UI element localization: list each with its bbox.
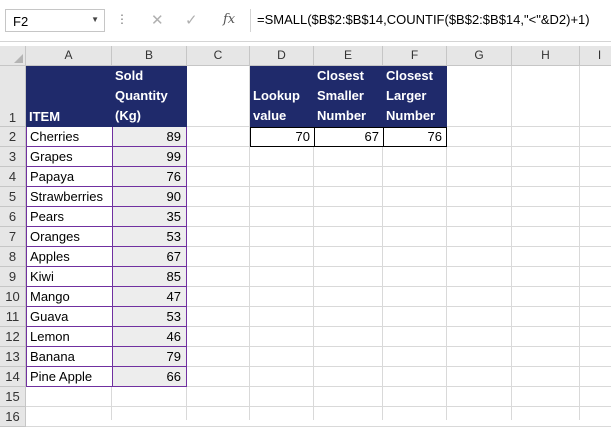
quantity-cell[interactable]: 66 bbox=[113, 367, 187, 387]
row-header-11[interactable]: 11 bbox=[0, 307, 26, 327]
row-header-8[interactable]: 8 bbox=[0, 247, 26, 267]
item-cell[interactable]: Oranges bbox=[26, 227, 113, 247]
formula-bar-buttons: ✕ ✓ fx bbox=[137, 9, 247, 32]
lookup-value-cell[interactable]: 70 bbox=[250, 127, 315, 147]
row-header-10[interactable]: 10 bbox=[0, 287, 26, 307]
qty-header-line: (Kg) bbox=[115, 108, 141, 123]
item-cell[interactable]: Banana bbox=[26, 347, 113, 367]
quantity-cell[interactable]: 76 bbox=[113, 167, 187, 187]
column-header-f[interactable]: F bbox=[383, 46, 447, 66]
quantity-cell[interactable]: 53 bbox=[113, 307, 187, 327]
formula-bar-divider bbox=[0, 41, 611, 42]
quantity-cell[interactable]: 85 bbox=[113, 267, 187, 287]
quantity-cell[interactable]: 53 bbox=[113, 227, 187, 247]
item-cell[interactable]: Kiwi bbox=[26, 267, 113, 287]
column-header-b[interactable]: B bbox=[112, 46, 187, 66]
item-cell[interactable]: Pine Apple bbox=[26, 367, 113, 387]
quantity-cell[interactable]: 89 bbox=[113, 127, 187, 147]
row-header-4[interactable]: 4 bbox=[0, 167, 26, 187]
row-header-2[interactable]: 2 bbox=[0, 127, 26, 147]
cancel-icon[interactable]: ✕ bbox=[151, 11, 164, 29]
item-header-text: ITEM bbox=[29, 109, 61, 124]
row-header-1[interactable]: 1 bbox=[0, 66, 26, 127]
quantity-cell[interactable]: 46 bbox=[113, 327, 187, 347]
larger-header-line: Closest bbox=[386, 68, 433, 83]
item-cell[interactable]: Guava bbox=[26, 307, 113, 327]
more-options-icon[interactable]: ⋮ bbox=[116, 12, 128, 26]
row-header-14[interactable]: 14 bbox=[0, 367, 26, 387]
quantity-cell[interactable]: 35 bbox=[113, 207, 187, 227]
item-cell[interactable]: Cherries bbox=[26, 127, 113, 147]
name-box-value: F2 bbox=[13, 14, 29, 29]
qty-header-cell[interactable]: Sold Quantity (Kg) bbox=[112, 66, 187, 127]
closest-larger-cell[interactable]: 76 bbox=[384, 127, 447, 147]
lookup-header-line: value bbox=[253, 108, 287, 123]
larger-header-line: Number bbox=[386, 108, 436, 123]
larger-header-line: Larger bbox=[386, 88, 427, 103]
smaller-header-cell[interactable]: Closest Smaller Number bbox=[314, 66, 383, 127]
closest-smaller-cell[interactable]: 67 bbox=[315, 127, 384, 147]
lookup-header-cell[interactable]: Lookup value bbox=[250, 66, 314, 127]
item-cell[interactable]: Strawberries bbox=[26, 187, 113, 207]
enter-icon[interactable]: ✓ bbox=[185, 11, 198, 29]
item-cell[interactable]: Lemon bbox=[26, 327, 113, 347]
name-box[interactable]: F2 ▼ bbox=[5, 9, 105, 32]
item-cell[interactable]: Mango bbox=[26, 287, 113, 307]
formula-bar: F2 ▼ ⋮ ✕ ✓ fx =SMALL($B$2:$B$14,COUNTIF(… bbox=[0, 0, 611, 46]
row-header-6[interactable]: 6 bbox=[0, 207, 26, 227]
qty-header-line: Quantity bbox=[115, 88, 168, 103]
gridline-horizontal bbox=[26, 406, 611, 407]
lookup-header-line: Lookup bbox=[253, 88, 300, 103]
quantity-cell[interactable]: 67 bbox=[113, 247, 187, 267]
item-cell[interactable]: Pears bbox=[26, 207, 113, 227]
column-header-g[interactable]: G bbox=[447, 46, 512, 66]
row-header-3[interactable]: 3 bbox=[0, 147, 26, 167]
row-header-15[interactable]: 15 bbox=[0, 387, 26, 407]
quantity-cell[interactable]: 47 bbox=[113, 287, 187, 307]
formula-bar-separator bbox=[250, 9, 251, 32]
row-header-9[interactable]: 9 bbox=[0, 267, 26, 287]
smaller-header-line: Closest bbox=[317, 68, 364, 83]
item-cell[interactable]: Apples bbox=[26, 247, 113, 267]
smaller-header-line: Smaller bbox=[317, 88, 364, 103]
quantity-cell[interactable]: 99 bbox=[113, 147, 187, 167]
column-header-d[interactable]: D bbox=[250, 46, 314, 66]
smaller-header-line: Number bbox=[317, 108, 367, 123]
item-header-cell[interactable]: ITEM bbox=[26, 66, 112, 127]
column-header-c[interactable]: C bbox=[187, 46, 250, 66]
row-header-7[interactable]: 7 bbox=[0, 227, 26, 247]
quantity-cell[interactable]: 90 bbox=[113, 187, 187, 207]
column-header-e[interactable]: E bbox=[314, 46, 383, 66]
spreadsheet-grid[interactable]: ABCDEFGHI 1 2 3 4 5 6 7 8 9 10 11 12 13 14 15 16 ITEM S… bbox=[0, 46, 611, 427]
item-cell[interactable]: Grapes bbox=[26, 147, 113, 167]
larger-header-cell[interactable]: Closest Larger Number bbox=[383, 66, 447, 127]
qty-header-line: Sold bbox=[115, 68, 144, 83]
quantity-cell[interactable]: 79 bbox=[113, 347, 187, 367]
column-header-a[interactable]: A bbox=[26, 46, 112, 66]
select-all-button[interactable] bbox=[0, 46, 26, 66]
row-header-16[interactable]: 16 bbox=[0, 407, 26, 427]
row-header-12[interactable]: 12 bbox=[0, 327, 26, 347]
formula-input[interactable]: =SMALL($B$2:$B$14,COUNTIF($B$2:$B$14,"<"… bbox=[257, 12, 590, 27]
insert-function-icon[interactable]: fx bbox=[223, 12, 235, 27]
row-header-5[interactable]: 5 bbox=[0, 187, 26, 207]
column-header-i[interactable]: I bbox=[580, 46, 611, 66]
item-cell[interactable]: Papaya bbox=[26, 167, 113, 187]
column-header-h[interactable]: H bbox=[512, 46, 580, 66]
chevron-down-icon[interactable]: ▼ bbox=[91, 15, 99, 24]
row-header-13[interactable]: 13 bbox=[0, 347, 26, 367]
